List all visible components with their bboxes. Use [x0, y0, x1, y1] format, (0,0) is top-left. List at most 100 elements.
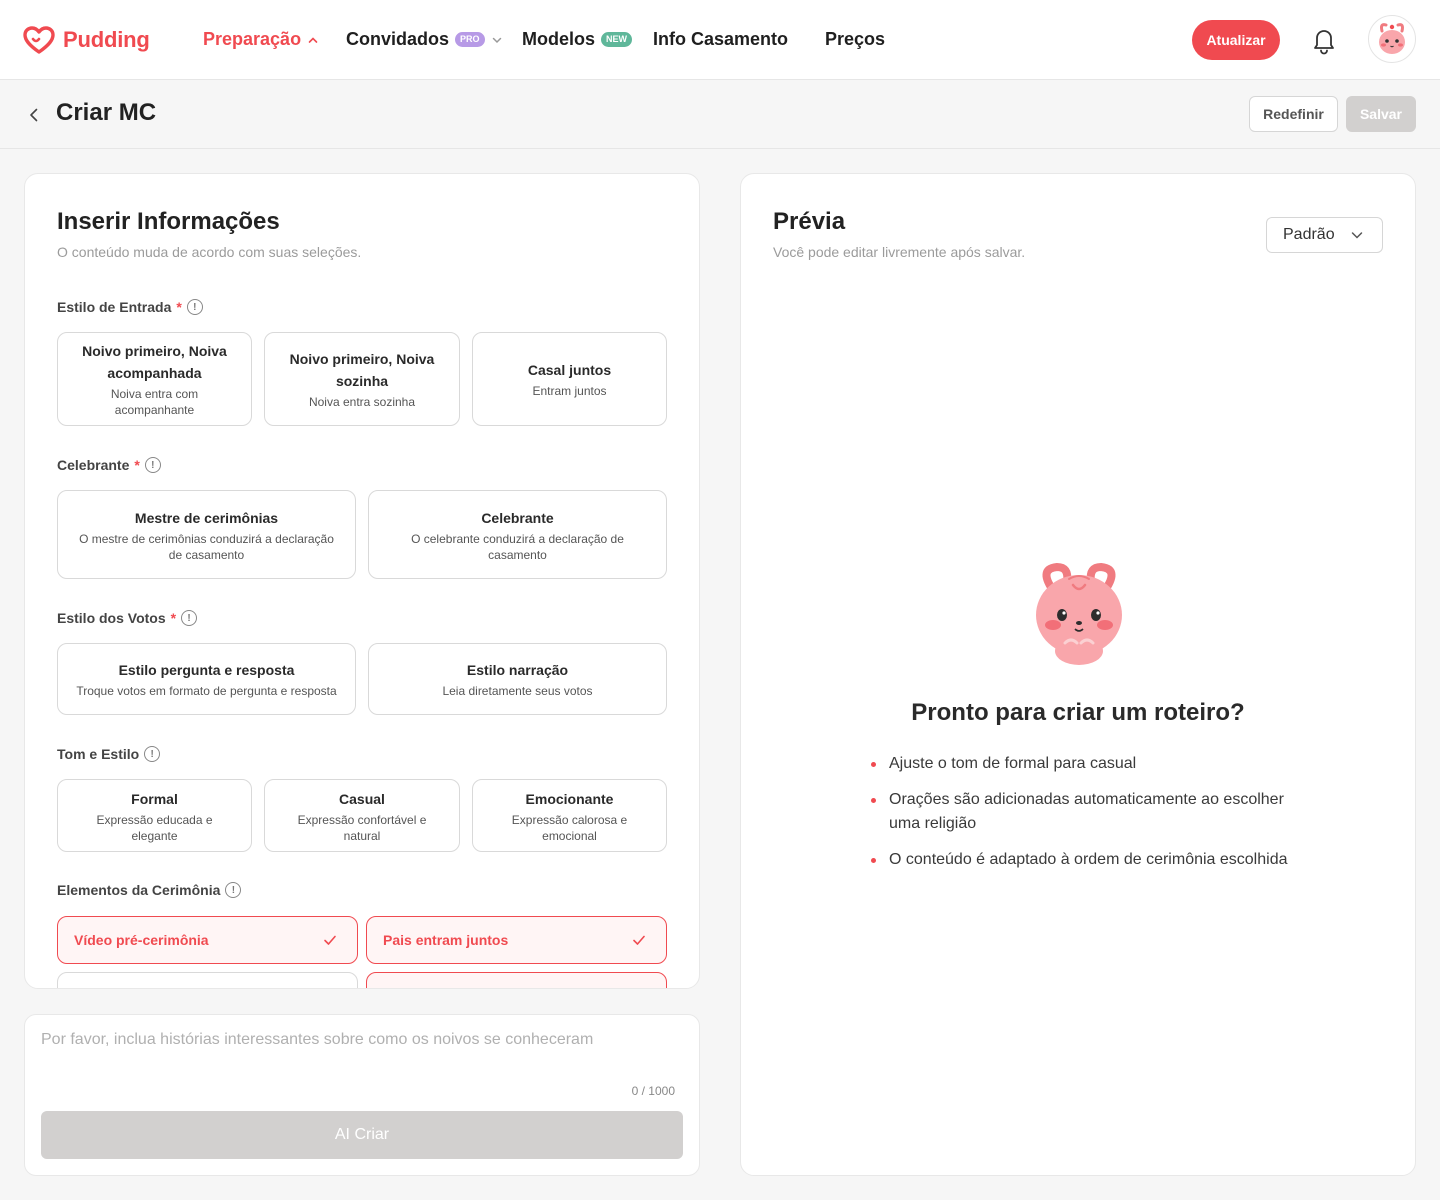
- tone-style-label: Tom e Estilo !: [57, 746, 161, 762]
- nav-label: Preços: [825, 29, 886, 49]
- officiant-option-celebrante[interactable]: Celebrante O celebrante conduzirá a decl…: [368, 490, 667, 579]
- tips-list: Ajuste o tom de formal para casual Oraçõ…: [871, 752, 1291, 884]
- option-title: Casal juntos: [527, 362, 612, 378]
- option-title: Casual: [339, 790, 385, 807]
- option-title: Estilo pergunta e resposta: [118, 662, 295, 678]
- bunny-avatar-icon: [1379, 23, 1405, 54]
- template-select[interactable]: Padrão: [1266, 217, 1383, 253]
- nav-label: Info Casamento: [653, 29, 789, 49]
- form-subtitle: O conteúdo muda de acordo com suas seleç…: [57, 244, 362, 260]
- brand-logo[interactable]: Pudding: [23, 26, 150, 54]
- option-desc: O mestre de cerimônias conduzirá a decla…: [79, 531, 334, 562]
- option-desc: Troque votos em formato de pergunta e re…: [76, 684, 337, 698]
- brand-name: Pudding: [63, 27, 150, 52]
- option-title: Noivo primeiro, Noiva sozinha: [289, 351, 435, 389]
- info-icon[interactable]: !: [144, 457, 161, 473]
- nav-label: Preparação: [203, 29, 302, 49]
- heart-logo-icon: [23, 26, 55, 54]
- new-badge: NEW: [601, 32, 633, 47]
- list-item: Orações são adicionadas automaticamente …: [871, 788, 1291, 836]
- back-arrow-icon[interactable]: [24, 105, 44, 130]
- option-desc: Expressão educada e elegante: [96, 812, 213, 843]
- preview-card: Prévia Você pode editar livremente após …: [740, 173, 1416, 1176]
- option-title: Mestre de cerimônias: [134, 509, 279, 526]
- officiant-label: Celebrante * !: [57, 457, 161, 473]
- nav-item-convidados[interactable]: Convidados PRO: [346, 29, 503, 50]
- option-title: Emocionante: [525, 790, 614, 807]
- reset-button[interactable]: Redefinir: [1249, 96, 1338, 132]
- section-label-text: Estilo de Entrada: [57, 299, 172, 315]
- story-prompt-card: 0 / 1000 AI Criar: [24, 1014, 700, 1176]
- chevron-up-icon: [308, 36, 318, 43]
- vows-option-narracao[interactable]: Estilo narração Leia diretamente seus vo…: [368, 643, 667, 715]
- nav-item-preparacao[interactable]: Preparação: [203, 29, 319, 50]
- element-option-video[interactable]: Vídeo pré-cerimônia: [57, 916, 358, 964]
- page-header: Criar MC Redefinir Salvar: [0, 81, 1440, 149]
- ai-create-button[interactable]: AI Criar: [41, 1111, 683, 1159]
- option-desc: Noiva entra sozinha: [308, 395, 416, 409]
- section-label-text: Estilo dos Votos: [57, 610, 166, 626]
- option-title: Formal: [131, 790, 178, 807]
- option-title: Pais entram juntos: [383, 932, 509, 948]
- info-icon[interactable]: !: [144, 746, 161, 762]
- form-title: Inserir Informações: [57, 208, 280, 235]
- required-asterisk: *: [170, 610, 177, 626]
- chevron-down-icon: [492, 37, 501, 43]
- chevron-down-icon: [1351, 232, 1363, 239]
- info-icon[interactable]: !: [186, 299, 203, 315]
- form-card: Inserir Informações O conteúdo muda de a…: [24, 173, 700, 989]
- section-label-text: Celebrante: [57, 457, 130, 473]
- check-icon: [633, 935, 645, 945]
- option-title: Vídeo pré-cerimônia: [74, 932, 209, 948]
- nav-label: Convidados: [346, 29, 450, 49]
- nav-item-info-casamento[interactable]: Info Casamento: [653, 29, 788, 50]
- option-desc: Expressão calorosa e emocional: [511, 812, 628, 843]
- element-option-partial-selected[interactable]: [366, 972, 667, 988]
- option-desc: O celebrante conduzirá a declaração de c…: [411, 531, 624, 562]
- list-item: Ajuste o tom de formal para casual: [871, 752, 1291, 776]
- preview-title: Prévia: [773, 208, 846, 235]
- option-desc: Noiva entra com acompanhante: [110, 387, 199, 417]
- option-desc: Leia diretamente seus votos: [442, 684, 593, 698]
- entrance-style-label: Estilo de Entrada * !: [57, 299, 203, 315]
- ceremony-elements-label: Elementos da Cerimônia !: [57, 882, 242, 898]
- entrance-option-acompanhada[interactable]: Noivo primeiro, Noiva acompanhada Noiva …: [57, 332, 252, 426]
- nav-item-precos[interactable]: Preços: [825, 29, 885, 50]
- option-title: Estilo narração: [466, 662, 569, 678]
- nav-item-modelos[interactable]: Modelos NEW: [522, 29, 633, 50]
- bell-icon[interactable]: [1310, 25, 1338, 60]
- tone-option-emocionante[interactable]: Emocionante Expressão calorosa e emocion…: [472, 779, 667, 852]
- vows-style-label: Estilo dos Votos * !: [57, 610, 198, 626]
- nav-label: Modelos: [522, 29, 596, 49]
- tone-option-formal[interactable]: Formal Expressão educada e elegante: [57, 779, 252, 852]
- required-asterisk: *: [176, 299, 182, 315]
- section-label-text: Tom e Estilo: [57, 746, 140, 762]
- avatar[interactable]: [1368, 15, 1416, 63]
- select-value: Padrão: [1283, 226, 1335, 243]
- option-title: Noivo primeiro, Noiva acompanhada: [82, 343, 227, 381]
- option-title: Celebrante: [481, 509, 554, 526]
- vows-option-pergunta[interactable]: Estilo pergunta e resposta Troque votos …: [57, 643, 356, 715]
- top-navigation: Pudding Preparação Convidados PRO Modelo…: [0, 0, 1440, 80]
- element-option-partial[interactable]: [57, 972, 358, 988]
- char-counter: 0 / 1000: [631, 1084, 675, 1098]
- check-icon: [324, 935, 336, 945]
- list-item: O conteúdo é adaptado à ordem de cerimôn…: [871, 848, 1291, 872]
- officiant-option-mestre[interactable]: Mestre de cerimônias O mestre de cerimôn…: [57, 490, 356, 579]
- entrance-option-casal[interactable]: Casal juntos Entram juntos: [472, 332, 667, 426]
- preview-subtitle: Você pode editar livremente após salvar.: [773, 244, 1026, 260]
- bunny-mascot-icon: [1036, 562, 1122, 665]
- required-asterisk: *: [134, 457, 140, 473]
- upgrade-button[interactable]: Atualizar: [1192, 20, 1280, 60]
- page-title: Criar MC: [56, 99, 157, 126]
- tone-option-casual[interactable]: Casual Expressão confortável e natural: [264, 779, 460, 852]
- story-input[interactable]: [41, 1031, 681, 1091]
- element-option-pais[interactable]: Pais entram juntos: [366, 916, 667, 964]
- option-desc: Expressão confortável e natural: [297, 812, 427, 843]
- option-desc: Entram juntos: [532, 384, 607, 398]
- save-button[interactable]: Salvar: [1346, 96, 1416, 132]
- info-icon[interactable]: !: [181, 610, 198, 626]
- info-icon[interactable]: !: [225, 882, 242, 898]
- empty-state-title: Pronto para criar um roteiro?: [911, 699, 1245, 726]
- entrance-option-sozinha[interactable]: Noivo primeiro, Noiva sozinha Noiva entr…: [264, 332, 460, 426]
